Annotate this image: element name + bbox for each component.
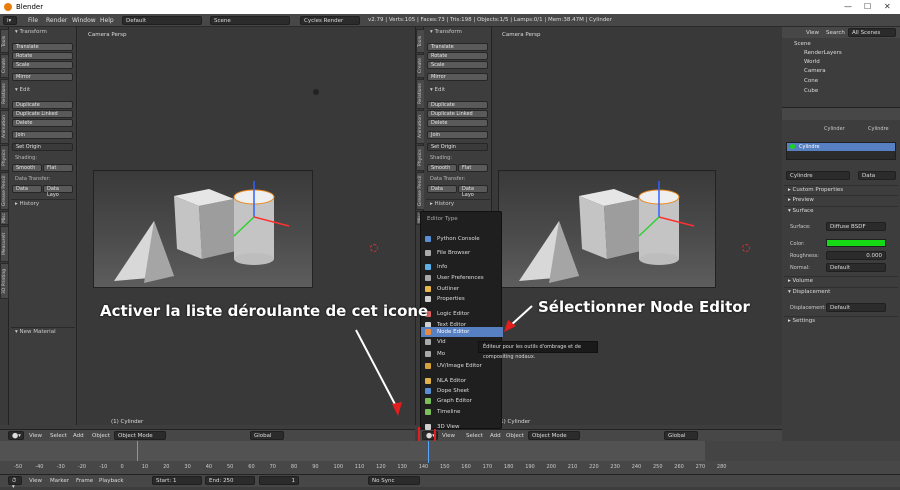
arrow-left-head bbox=[392, 402, 402, 416]
annotation-arrows bbox=[355, 305, 533, 416]
arrow-left-shaft bbox=[355, 329, 399, 411]
arrow-right-shaft bbox=[509, 305, 533, 327]
